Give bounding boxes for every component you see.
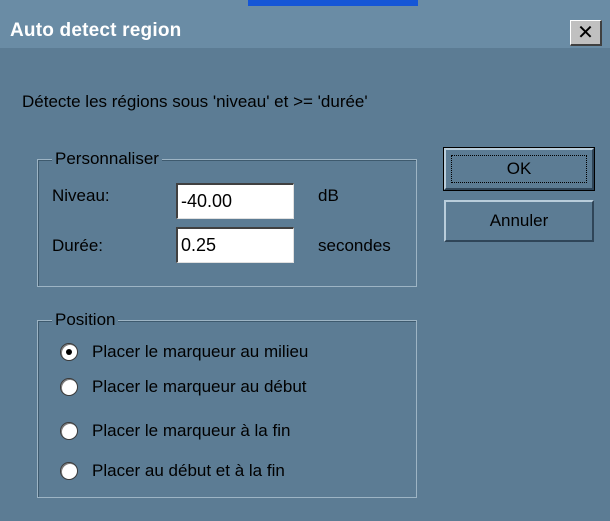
radio-label: Placer au début et à la fin: [92, 461, 285, 480]
duration-label: Durée:: [52, 236, 104, 255]
radio-button[interactable]: [60, 462, 78, 480]
focus-rectangle: [451, 155, 587, 183]
title-bar[interactable]: Auto detect region ✕: [0, 6, 610, 48]
custom-group-legend: Personnaliser: [52, 148, 162, 170]
cancel-button-label: Annuler: [489, 211, 549, 230]
level-unit: dB: [318, 186, 339, 205]
cancel-button[interactable]: Annuler: [444, 200, 594, 242]
description-text: Détecte les régions sous 'niveau' et >= …: [22, 92, 368, 111]
level-input[interactable]: [176, 183, 294, 219]
radio-label: Placer le marqueur à la fin: [92, 421, 291, 440]
duration-unit: secondes: [318, 236, 391, 255]
position-group-legend: Position: [52, 309, 119, 331]
radio-button[interactable]: [60, 378, 78, 396]
close-button[interactable]: ✕: [570, 20, 602, 46]
duration-input[interactable]: [176, 227, 294, 263]
custom-groupbox: Personnaliser: [37, 148, 417, 287]
radio-option-end[interactable]: Placer le marqueur à la fin: [60, 418, 290, 444]
radio-option-both[interactable]: Placer au début et à la fin: [60, 458, 285, 484]
close-icon: ✕: [577, 21, 594, 44]
level-label: Niveau:: [52, 186, 110, 205]
radio-label: Placer le marqueur au milieu: [92, 342, 309, 361]
auto-detect-region-dialog: Auto detect region ✕ Détecte les régions…: [0, 0, 610, 521]
radio-label: Placer le marqueur au début: [92, 377, 307, 396]
radio-option-middle[interactable]: Placer le marqueur au milieu: [60, 339, 308, 365]
ok-button[interactable]: OK: [443, 147, 595, 191]
radio-option-start[interactable]: Placer le marqueur au début: [60, 374, 307, 400]
radio-button[interactable]: [60, 343, 78, 361]
dialog-title: Auto detect region: [10, 20, 182, 41]
radio-button[interactable]: [60, 422, 78, 440]
